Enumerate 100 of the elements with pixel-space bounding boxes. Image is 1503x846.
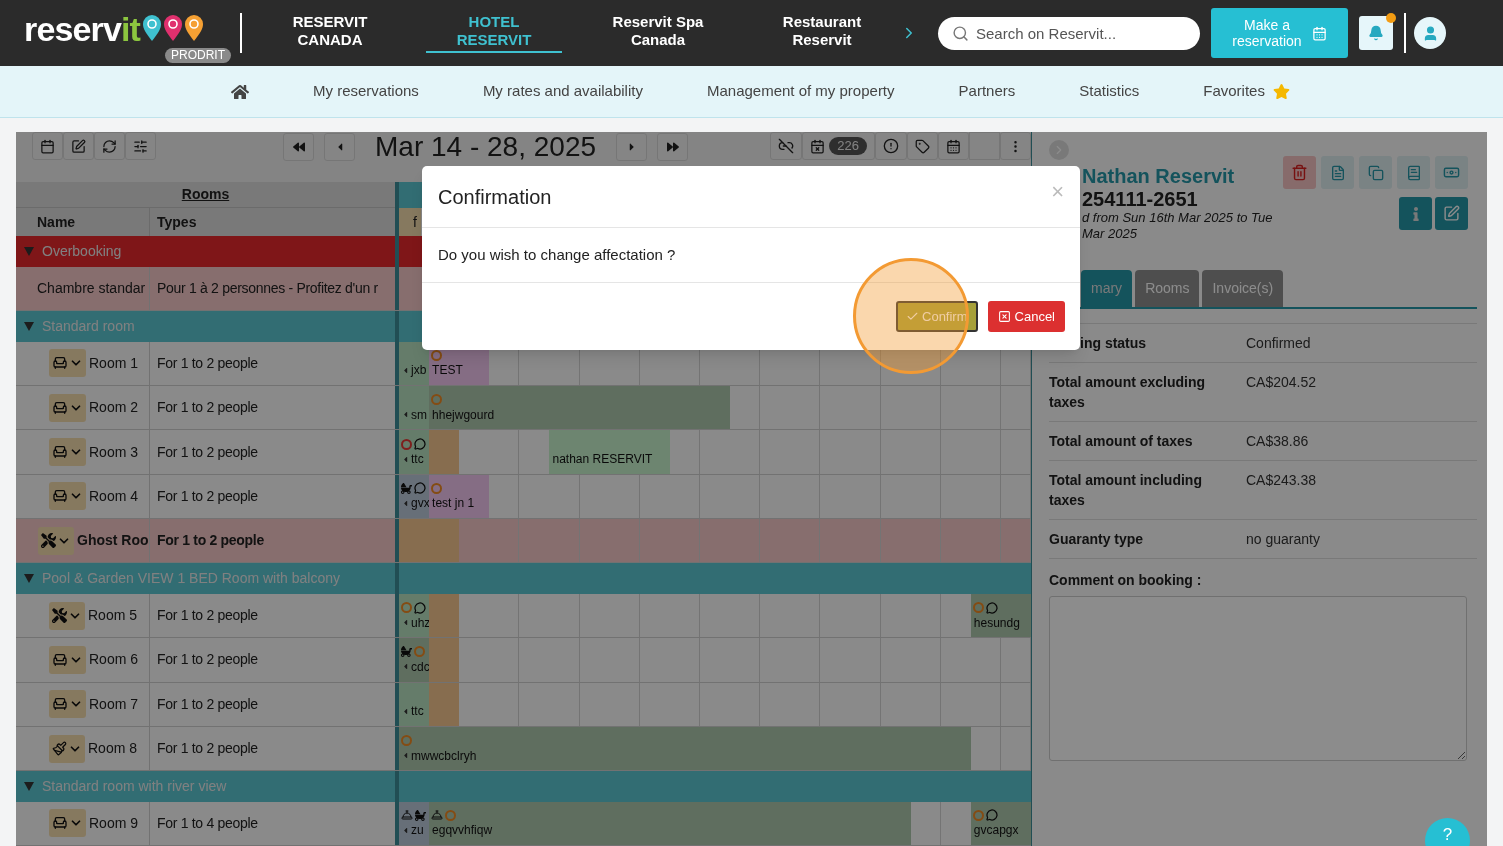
calendar-button[interactable] — [938, 132, 969, 160]
stay-dates: d from Sun 16th Mar 2025 to Tue — [1082, 210, 1274, 226]
booking-bar[interactable]: nathan RESERVIT — [549, 430, 670, 474]
blocked-cell[interactable] — [429, 593, 460, 638]
housekeeping-chip[interactable] — [49, 482, 86, 511]
booking-label: TEST — [431, 362, 463, 380]
check-icon — [906, 310, 919, 323]
cancel-button[interactable]: Cancel — [987, 301, 1065, 332]
edit-button[interactable] — [1435, 197, 1468, 230]
dialog-message: Do you wish to change affectation ? — [438, 244, 676, 265]
panel-tab[interactable]: mary — [1081, 270, 1133, 307]
status-ring-icon — [401, 602, 412, 614]
booking-bar[interactable]: ttc — [399, 430, 430, 474]
speech-bubble-icon — [414, 438, 426, 451]
unlink-icon — [778, 138, 795, 154]
booking-label: jxb — [410, 362, 427, 380]
comment-field[interactable] — [1049, 596, 1467, 761]
housekeeping-chip[interactable] — [49, 601, 85, 630]
housekeeping-chip[interactable] — [49, 438, 86, 467]
make-reservation-button[interactable]: Make a reservation — [1211, 8, 1348, 58]
app-tab[interactable]: HOTEL RESERVIT — [426, 13, 562, 53]
detail-label: Guaranty type — [1049, 530, 1145, 549]
booking-bar[interactable]: gvcapgx — [970, 801, 1031, 846]
blocked-cell[interactable] — [429, 638, 460, 682]
rewind-button[interactable] — [283, 133, 314, 161]
speech-bubble-icon — [414, 482, 426, 495]
detail-label: ing status — [1079, 334, 1148, 353]
comment-label: Comment on booking : — [1049, 572, 1202, 588]
app-tab[interactable]: Restaurant Reservit — [754, 13, 890, 53]
column-header: Types — [150, 207, 395, 237]
service-bell-icon — [431, 809, 444, 822]
room-type-cell: Pour 1 à 2 personnes - Profitez d'un r — [150, 266, 395, 311]
booking-bar[interactable]: jxb — [399, 341, 430, 386]
booking-label: test jn 1 — [431, 495, 475, 513]
nav-link[interactable]: Statistics — [1079, 80, 1140, 103]
housekeeping-chip[interactable] — [49, 349, 86, 378]
booking-label: uhz — [410, 614, 430, 632]
group-header[interactable]: Overbooking — [16, 236, 395, 267]
status-ring-icon — [972, 602, 984, 614]
booking-bar[interactable]: egqvvhfiqw — [429, 801, 911, 846]
search-field[interactable]: Search on Reservit... — [938, 16, 1200, 50]
notifications-button[interactable] — [1359, 16, 1393, 50]
booking-bar[interactable]: zu — [399, 801, 430, 846]
room-name: Room 7 — [89, 694, 139, 714]
armchair-icon — [52, 696, 68, 713]
room-name: Room 9 — [89, 813, 139, 833]
status-ring-icon — [401, 438, 412, 450]
app-tab[interactable]: RESERVIT CANADA — [262, 13, 398, 53]
housekeeping-chip[interactable] — [49, 690, 86, 719]
user-avatar[interactable] — [1414, 17, 1446, 49]
booking-bar[interactable]: hhejwgourd — [429, 386, 731, 430]
sliders-icon — [133, 138, 148, 154]
booking-bar[interactable]: gvx — [399, 474, 430, 519]
column-header: Name — [16, 207, 150, 237]
nav-link[interactable]: My reservations — [313, 80, 419, 103]
calendar-button[interactable] — [32, 132, 63, 160]
booking-bar[interactable]: hesundg — [970, 593, 1031, 638]
alert-button[interactable] — [875, 132, 907, 160]
room-name: Room 4 — [89, 486, 139, 506]
detail-value: no guaranty — [1246, 530, 1320, 549]
housekeeping-chip[interactable] — [49, 393, 86, 422]
panel-tab[interactable]: Invoice(s) — [1202, 270, 1284, 307]
fast-forward-button[interactable] — [657, 133, 689, 161]
blocked-cell[interactable] — [399, 519, 460, 563]
booking-bar[interactable]: mwwcbclryh — [399, 726, 971, 771]
room-name: Room 5 — [88, 606, 138, 626]
unassigned-button[interactable]: 226 — [802, 132, 875, 160]
booking-label: gvcapgx — [972, 822, 1019, 840]
nav-link[interactable]: Favorites — [1203, 80, 1265, 103]
housekeeping-chip[interactable] — [49, 645, 86, 674]
housekeeping-chip[interactable] — [49, 734, 85, 763]
booking-bar[interactable]: test jn 1 — [429, 474, 490, 519]
app-tab[interactable]: Reservit Spa Canada — [590, 13, 726, 53]
blocked-cell[interactable] — [429, 682, 460, 726]
armchair-icon — [52, 815, 68, 832]
housekeeping-chip[interactable] — [38, 526, 74, 555]
nav-link[interactable]: Management of my property — [706, 80, 895, 103]
stroller-icon — [415, 809, 426, 821]
booking-bar[interactable]: uhz — [399, 593, 430, 638]
panel-tab[interactable]: Rooms — [1135, 270, 1200, 307]
room-name: Room 6 — [89, 650, 139, 670]
nav-link[interactable]: Partners — [958, 80, 1016, 103]
booking-bar[interactable]: sm — [399, 386, 430, 430]
nav-link[interactable]: My rates and availability — [482, 80, 643, 103]
refresh-button[interactable] — [94, 132, 125, 160]
booking-bar[interactable]: ttc — [399, 682, 430, 726]
square-x-icon — [997, 310, 1011, 323]
booking-bar[interactable]: cdc — [399, 638, 430, 682]
housekeeping-chip[interactable] — [49, 809, 86, 838]
tag-button[interactable] — [907, 132, 938, 160]
booking-label: gvx — [410, 495, 430, 513]
booking-label: zu — [410, 822, 424, 840]
blocked-cell[interactable] — [429, 430, 460, 474]
logo-wordmark: reservit — [24, 12, 141, 46]
edit-button[interactable] — [63, 132, 94, 160]
rooms-heading: Rooms — [16, 182, 395, 208]
filters-button[interactable] — [125, 132, 156, 160]
pin-icon — [142, 14, 163, 42]
home-icon[interactable] — [231, 82, 249, 101]
status-ring-icon — [972, 809, 984, 821]
